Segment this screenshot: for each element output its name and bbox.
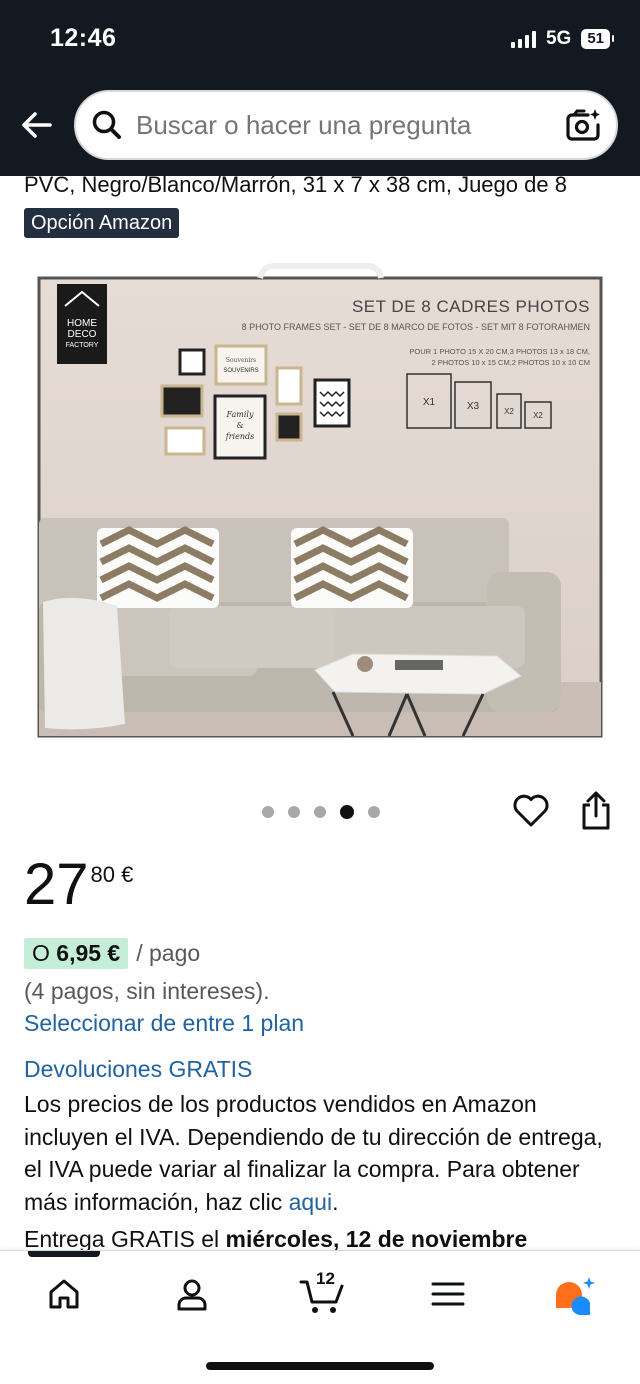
- delivery-date: miércoles, 12 de noviembre: [225, 1226, 528, 1252]
- nav-home[interactable]: [34, 1269, 94, 1319]
- image-cushion: [97, 526, 219, 608]
- vat-notice-end: .: [332, 1188, 339, 1215]
- home-indicator: [206, 1362, 434, 1370]
- amazon-choice-badge: Opción Amazon: [24, 208, 180, 238]
- price: 27 80 €: [24, 852, 133, 918]
- image-brand-line: DECO: [68, 329, 97, 340]
- image-headline: SET DE 8 CADRES PHOTOS: [352, 297, 590, 316]
- image-frame-text: Souvenirs: [226, 357, 256, 364]
- nav-rufus[interactable]: [544, 1269, 604, 1319]
- network-label: 5G: [545, 28, 572, 49]
- share-icon: [582, 791, 610, 830]
- camera-icon: [566, 109, 600, 141]
- image-cushion: [291, 526, 413, 608]
- free-returns-link[interactable]: Devoluciones GRATIS: [24, 1056, 252, 1083]
- image-frame-label: X2: [533, 411, 543, 420]
- heart-icon: [513, 794, 549, 827]
- installment-amount: 6,95 €: [56, 940, 121, 966]
- price-whole: 27: [24, 852, 89, 917]
- image-frame-text: Family: [226, 410, 254, 419]
- battery-icon: 51: [581, 29, 614, 49]
- image-subtitle: 8 PHOTO FRAMES SET - SET DE 8 MARCO DE F…: [242, 322, 590, 332]
- cart-count: 12: [316, 1269, 335, 1288]
- carousel-dot[interactable]: [262, 806, 274, 818]
- search-input[interactable]: [136, 109, 536, 141]
- carousel-dot[interactable]: [368, 806, 380, 818]
- vat-more-info-link[interactable]: aqui: [289, 1189, 332, 1215]
- installment-offer: O 6,95 € / pago: [24, 938, 200, 969]
- carousel-dot[interactable]: [288, 806, 300, 818]
- vat-notice: Los precios de los productos vendidos en…: [24, 1088, 624, 1218]
- signal-icon: [510, 30, 536, 48]
- nav-active-indicator: [28, 1251, 100, 1257]
- image-frame-text: friends: [225, 432, 254, 441]
- carousel-dot[interactable]: [314, 806, 326, 818]
- select-plan-link[interactable]: Seleccionar de entre 1 plan: [24, 1010, 304, 1037]
- status-time: 12:46: [50, 24, 117, 52]
- camera-search-button[interactable]: [564, 107, 602, 145]
- arrow-left-icon: [22, 112, 52, 138]
- installment-pill: O 6,95 €: [24, 938, 129, 969]
- home-icon: [49, 1279, 79, 1309]
- search-bar[interactable]: [74, 90, 618, 160]
- search-header: [0, 84, 640, 176]
- wishlist-button[interactable]: [512, 792, 550, 828]
- image-brand-line: FACTORY: [66, 342, 99, 349]
- image-carousel-dots[interactable]: [262, 805, 380, 819]
- share-button[interactable]: [578, 790, 614, 832]
- product-image-illustration: HOME DECO FACTORY SET DE 8 CADRES PHOTOS…: [37, 263, 603, 738]
- menu-icon: [431, 1282, 465, 1306]
- price-fraction: 80 €: [90, 862, 134, 887]
- nav-cart[interactable]: 12: [290, 1269, 354, 1319]
- image-frame-label: X1: [423, 397, 436, 408]
- image-frame-text: &: [236, 421, 243, 430]
- rufus-icon: [556, 1277, 595, 1315]
- carousel-dot-active[interactable]: [340, 805, 354, 819]
- search-icon: [92, 110, 121, 139]
- account-icon: [177, 1279, 207, 1311]
- product-image[interactable]: HOME DECO FACTORY SET DE 8 CADRES PHOTOS…: [35, 262, 605, 740]
- image-brand-line: HOME: [67, 318, 97, 329]
- installment-prefix: O: [32, 940, 57, 966]
- product-title[interactable]: PVC, Negro/Blanco/Marrón, 31 x 7 x 38 cm…: [24, 172, 567, 198]
- installment-suffix: / pago: [136, 940, 201, 966]
- image-spec-line: 2 PHOTOS 10 x 15 CM,2 PHOTOS 10 x 10 CM: [431, 358, 590, 367]
- status-bar: 12:46 5G 51: [0, 0, 640, 84]
- image-frame-label: X2: [504, 407, 514, 416]
- installment-note: (4 pagos, sin intereses).: [24, 978, 270, 1004]
- image-spec-line: POUR 1 PHOTO 15 X 20 CM,3 PHOTOS 13 x 18…: [409, 347, 590, 356]
- nav-menu[interactable]: [418, 1269, 478, 1319]
- back-button[interactable]: [18, 106, 56, 144]
- image-frame-label: X3: [467, 401, 480, 412]
- image-frame-text: SOUVENIRS: [223, 368, 258, 374]
- nav-account[interactable]: [162, 1269, 222, 1319]
- delivery-prefix: Entrega GRATIS el: [24, 1226, 226, 1252]
- status-indicators: 5G 51: [510, 28, 614, 50]
- delivery-info: Entrega GRATIS el miércoles, 12 de novie…: [24, 1226, 527, 1253]
